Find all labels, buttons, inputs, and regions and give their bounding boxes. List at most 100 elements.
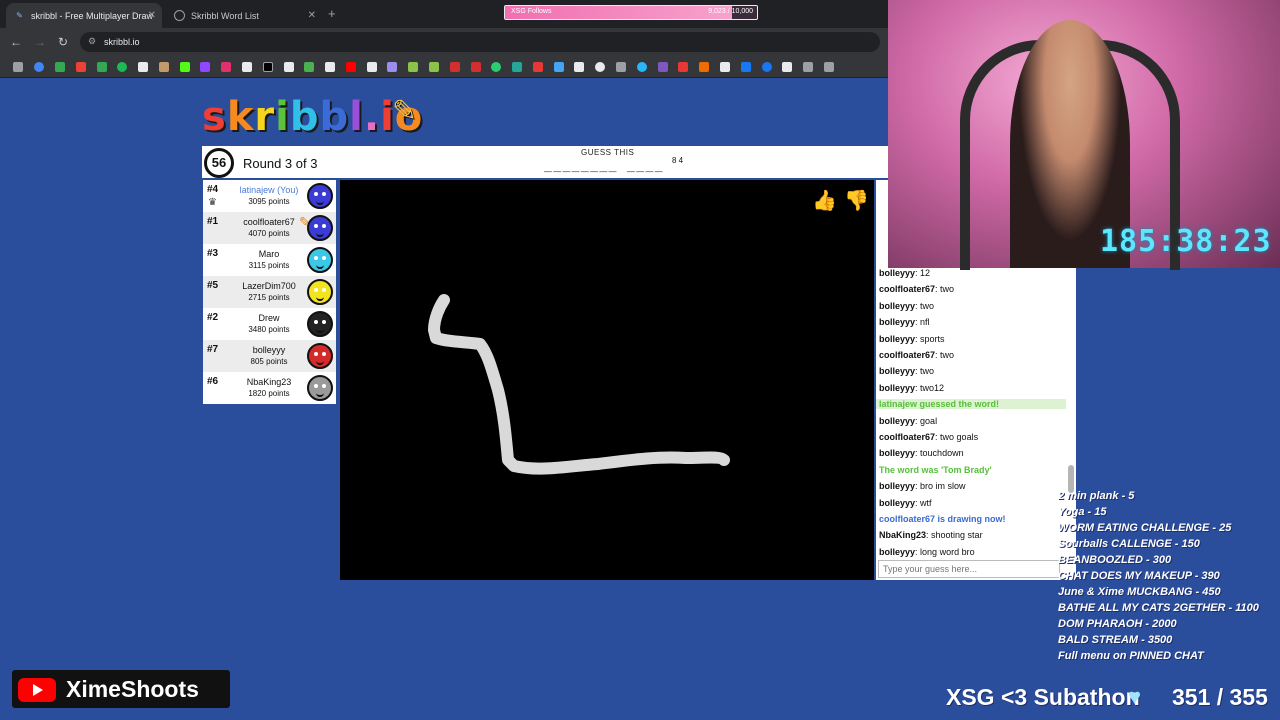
bookmark-icon[interactable] [532, 61, 543, 72]
reload-icon[interactable]: ↻ [58, 35, 68, 49]
bookmark-icon[interactable] [823, 61, 834, 72]
bookmark-icon[interactable] [699, 61, 710, 72]
chat-text: two goals [940, 432, 979, 442]
tiktok-bookmark-icon[interactable] [262, 61, 273, 72]
site-info-icon[interactable]: ⚙ [88, 36, 96, 47]
bookmark-icon[interactable] [657, 61, 668, 72]
thumbs-up-icon[interactable]: 👍 [812, 188, 837, 213]
thumbs-down-icon[interactable]: 👎 [844, 188, 869, 213]
chat-message: bolleyyy: two [879, 300, 935, 311]
player-rank: #6 [207, 376, 219, 387]
bookmark-icon[interactable] [408, 61, 419, 72]
bookmark-icon[interactable] [449, 61, 460, 72]
player-points: 3115 points [248, 261, 290, 270]
chat-user: bolleyyy [879, 497, 916, 508]
tab-skribbl[interactable]: ✎ skribbl - Free Multiplayer Draw ✕ [6, 3, 162, 28]
chat-message: bolleyyy: two [879, 366, 935, 377]
chat-message: coolfloater67: two [879, 284, 955, 295]
chat-user: bolleyyy [879, 317, 916, 328]
kick-bookmark-icon[interactable] [179, 61, 190, 72]
round-timer: 56 [204, 148, 234, 178]
player-avatar [307, 343, 333, 369]
player-name: Drew [258, 313, 280, 323]
chat-message: bolleyyy: touchdown [879, 448, 964, 459]
menu-item: BALD STREAM - 3500 [1058, 634, 1173, 646]
player-row[interactable]: #4 ♛ latinajew (You) 3095 points [203, 180, 336, 212]
player-row[interactable]: #7 bolleyyy 805 points [203, 340, 336, 372]
x-bookmark-icon[interactable] [241, 61, 252, 72]
heart-bookmark-icon[interactable] [678, 61, 689, 72]
tab-word-list[interactable]: Skribbl Word List ✕ [166, 3, 322, 28]
chat-user: bolleyyy [879, 448, 916, 459]
facebook-bookmark-icon[interactable] [761, 61, 772, 72]
chat-user: bolleyyy [879, 415, 916, 426]
chat-text: long word bro [920, 546, 975, 557]
bookmark-icon[interactable] [574, 61, 585, 72]
bookmark-icon[interactable] [491, 61, 502, 72]
chat-scrollbar[interactable] [1068, 465, 1074, 493]
spotify-bookmark-icon[interactable] [117, 61, 128, 72]
bookmark-icon[interactable] [512, 61, 523, 72]
bookmark-icon[interactable] [595, 61, 606, 72]
address-bar[interactable]: ⚙ skribbl.io [80, 32, 880, 52]
forward-icon[interactable]: → [34, 35, 46, 49]
player-avatar [307, 183, 333, 209]
bookmark-icon[interactable] [740, 61, 751, 72]
word-lengths: 8 4 [672, 156, 684, 165]
player-row[interactable]: #2 Drew 3480 points [203, 308, 336, 340]
chat-user: bolleyyy [879, 300, 916, 311]
close-tab-icon[interactable]: ✕ [308, 10, 316, 21]
bookmark-icon[interactable] [283, 61, 294, 72]
drawing-canvas[interactable] [340, 180, 874, 580]
bookmark-icon[interactable] [325, 61, 336, 72]
bookmark-icon[interactable] [75, 61, 86, 72]
instagram-bookmark-icon[interactable] [221, 61, 232, 72]
guess-label: GUESS THIS [581, 148, 635, 157]
chat-message: bolleyyy: nfl [879, 317, 930, 328]
menu-item: Full menu on PINNED CHAT [1058, 650, 1204, 662]
chat-user: bolleyyy [879, 546, 916, 557]
bookmark-icon[interactable] [553, 61, 564, 72]
sub-count: 351 / 355 [1172, 684, 1268, 710]
player-row[interactable]: #3 Maro 3115 points [203, 244, 336, 276]
apps-icon[interactable] [13, 61, 24, 72]
chat-user: bolleyyy [879, 481, 916, 492]
chat-text: 12 [920, 268, 931, 278]
bookmark-icon[interactable] [158, 61, 169, 72]
chat-text: two12 [920, 382, 945, 393]
player-row[interactable]: #5 LazerDim700 2715 points [203, 276, 336, 308]
chat-user: bolleyyy [879, 333, 916, 344]
player-row[interactable]: #6 NbaKing23 1820 points [203, 372, 336, 404]
bookmark-icon[interactable] [636, 61, 647, 72]
back-icon[interactable]: ← [10, 35, 22, 49]
youtube-bookmark-icon[interactable] [345, 61, 356, 72]
chat-text: shooting star [931, 530, 983, 541]
new-tab-icon[interactable]: + [328, 6, 336, 21]
player-points: 4070 points [248, 229, 290, 238]
player-name: Maro [258, 249, 280, 259]
player-row[interactable]: #1 coolfloater67 4070 points ✎ [203, 212, 336, 244]
bookmark-icon[interactable] [616, 61, 627, 72]
bookmark-icon[interactable] [304, 61, 315, 72]
skribbl-logo: skribbl.io [202, 94, 424, 140]
player-rank: #7 [207, 344, 219, 355]
drawing-stroke [428, 294, 730, 475]
player-points: 805 points [250, 357, 288, 366]
bookmark-icon[interactable] [96, 61, 107, 72]
bookmark-icon[interactable] [803, 61, 814, 72]
twitch-bookmark-icon[interactable] [200, 61, 211, 72]
bookmark-icon[interactable] [470, 61, 481, 72]
bookmark-icon[interactable] [719, 61, 730, 72]
x-bookmark-icon[interactable] [138, 61, 149, 72]
bookmark-icon[interactable] [782, 61, 793, 72]
player-points: 3480 points [248, 325, 290, 334]
chat-message: bolleyyy: wtf [879, 497, 932, 508]
close-tab-icon[interactable]: ✕ [148, 10, 156, 21]
google-bookmark-icon[interactable] [34, 61, 45, 72]
guess-input[interactable] [878, 560, 1060, 578]
bookmark-icon[interactable] [366, 61, 377, 72]
bookmark-icon[interactable] [54, 61, 65, 72]
bookmark-icon[interactable] [429, 61, 440, 72]
bookmark-icon[interactable] [387, 61, 398, 72]
chat-text: two [920, 300, 935, 311]
